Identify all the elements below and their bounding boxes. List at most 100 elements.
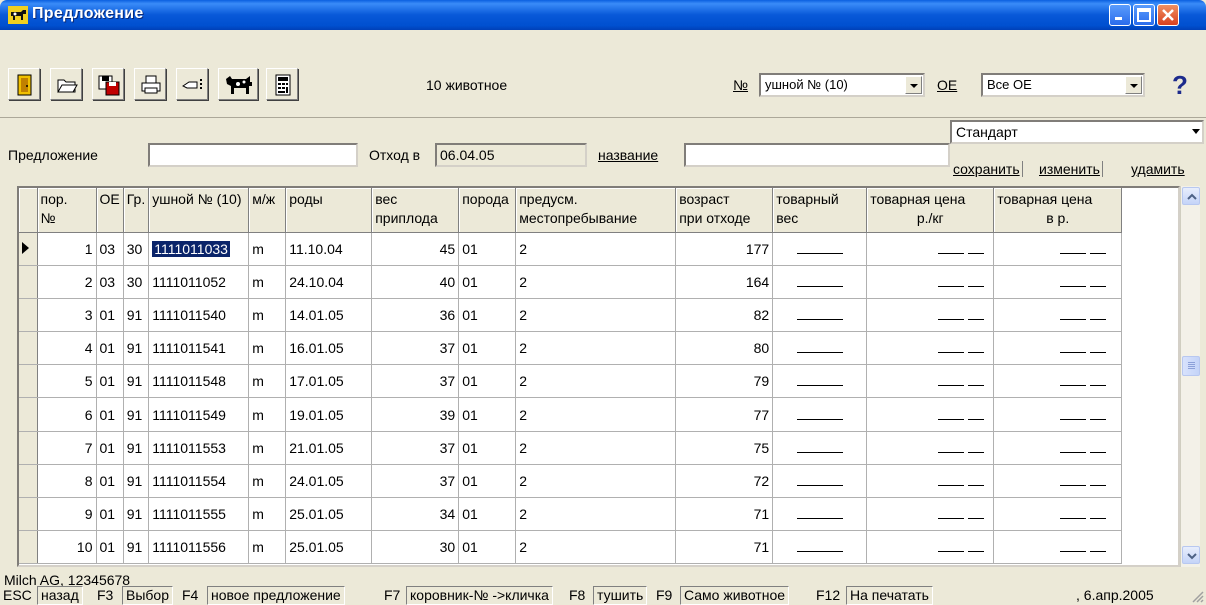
row-indicator[interactable]: [19, 364, 38, 399]
cell-oe[interactable]: 01: [96, 530, 124, 565]
cell-ear[interactable]: 1111011556: [148, 530, 250, 565]
scroll-down-button[interactable]: [1182, 546, 1200, 564]
cell-stay[interactable]: 2: [515, 331, 677, 366]
cell-sex[interactable]: m: [248, 364, 287, 399]
cell-no[interactable]: 9: [37, 497, 97, 532]
cell-stay[interactable]: 2: [515, 497, 677, 532]
close-button[interactable]: [1157, 4, 1179, 26]
ear-number-combo[interactable]: ушной № (10): [759, 73, 925, 97]
cell-sex[interactable]: m: [248, 431, 287, 465]
vertical-scrollbar[interactable]: [1180, 186, 1200, 567]
cell-ear[interactable]: 1111011549: [148, 397, 250, 432]
cell-breed[interactable]: 01: [458, 331, 517, 366]
table-row[interactable]: 7 01 91 1111011553 m 21.01.05 37 01 2 75: [19, 431, 1123, 465]
cell-price-total[interactable]: [993, 265, 1123, 299]
cell-stay[interactable]: 2: [515, 530, 677, 565]
col-header-weight[interactable]: вес приплода: [371, 188, 460, 233]
table-row[interactable]: 10 01 91 1111011556 m 25.01.05 30 01 2 71: [19, 530, 1123, 565]
cell-price-total[interactable]: [993, 464, 1123, 499]
cell-group[interactable]: 91: [123, 431, 150, 465]
cell-price-total[interactable]: [993, 331, 1123, 366]
cell-breed[interactable]: 01: [458, 530, 517, 565]
cell-no[interactable]: 2: [37, 265, 97, 299]
cell-price-per-kg[interactable]: [866, 464, 995, 499]
cell-age[interactable]: 164: [675, 265, 774, 299]
chevron-down-icon[interactable]: [1125, 76, 1142, 94]
cell-weight[interactable]: 37: [371, 364, 460, 399]
cell-sex[interactable]: m: [248, 265, 287, 299]
cell-market-weight[interactable]: [772, 331, 868, 366]
animals-table[interactable]: пор. № ОЕ Гр. ушной № (10) м/ж роды вес пр…: [17, 186, 1180, 567]
cell-sex[interactable]: m: [248, 397, 287, 432]
cell-group[interactable]: 91: [123, 530, 150, 565]
cell-age[interactable]: 77: [675, 397, 774, 432]
name-input[interactable]: [684, 143, 950, 167]
cell-sex[interactable]: m: [248, 464, 287, 499]
cell-stay[interactable]: 2: [515, 431, 677, 465]
cell-breed[interactable]: 01: [458, 397, 517, 432]
oe-combo[interactable]: Все ОЕ: [981, 73, 1145, 97]
cell-birth[interactable]: 11.10.04: [285, 232, 373, 266]
maximize-button[interactable]: [1133, 4, 1155, 26]
cell-birth[interactable]: 19.01.05: [285, 397, 373, 432]
cell-weight[interactable]: 37: [371, 331, 460, 366]
cell-age[interactable]: 75: [675, 431, 774, 465]
col-header-sex[interactable]: м/ж: [248, 188, 287, 233]
cell-price-total[interactable]: [993, 431, 1123, 465]
cell-no[interactable]: 1: [37, 232, 97, 266]
cell-no[interactable]: 7: [37, 431, 97, 465]
cell-oe[interactable]: 01: [96, 298, 124, 333]
col-header-group[interactable]: Гр.: [123, 188, 150, 233]
cell-birth[interactable]: 16.01.05: [285, 331, 373, 366]
cell-market-weight[interactable]: [772, 464, 868, 499]
cell-price-total[interactable]: [993, 497, 1123, 532]
cell-birth[interactable]: 25.01.05: [285, 497, 373, 532]
cell-birth[interactable]: 14.01.05: [285, 298, 373, 333]
cell-ear[interactable]: 1111011033: [148, 232, 250, 266]
status-print[interactable]: На печатать: [846, 586, 933, 605]
calculator-button[interactable]: [266, 68, 298, 100]
cell-no[interactable]: 10: [37, 530, 97, 565]
cell-birth[interactable]: 25.01.05: [285, 530, 373, 565]
col-header-oe[interactable]: ОЕ: [96, 188, 124, 233]
row-indicator[interactable]: [19, 331, 38, 366]
cell-age[interactable]: 82: [675, 298, 774, 333]
row-indicator[interactable]: [19, 397, 38, 432]
cell-ear[interactable]: 1111011540: [148, 298, 250, 333]
departure-date-field[interactable]: 06.04.05: [435, 143, 587, 167]
col-header-stay[interactable]: предусм. местопребывание: [515, 188, 677, 233]
col-header-price-total[interactable]: товарная цена в р.: [993, 188, 1123, 233]
cell-stay[interactable]: 2: [515, 298, 677, 333]
scroll-up-button[interactable]: [1182, 187, 1200, 205]
table-row[interactable]: 1 03 30 1111011033 m 11.10.04 45 01 2 177: [19, 232, 1123, 266]
cell-age[interactable]: 177: [675, 232, 774, 266]
status-back[interactable]: назад: [37, 586, 83, 605]
cell-ear[interactable]: 1111011052: [148, 265, 250, 299]
cell-birth[interactable]: 24.01.05: [285, 464, 373, 499]
cell-oe[interactable]: 01: [96, 397, 124, 432]
cell-ear[interactable]: 1111011555: [148, 497, 250, 532]
cell-price-per-kg[interactable]: [866, 497, 995, 532]
col-header-ear[interactable]: ушной № (10): [148, 188, 250, 233]
cell-price-per-kg[interactable]: [866, 364, 995, 399]
cell-birth[interactable]: 21.01.05: [285, 431, 373, 465]
cell-ear[interactable]: 1111011554: [148, 464, 250, 499]
cell-weight[interactable]: 40: [371, 265, 460, 299]
cell-market-weight[interactable]: [772, 298, 868, 333]
cell-weight[interactable]: 39: [371, 397, 460, 432]
save-preset-button[interactable]: сохранить: [953, 161, 1023, 177]
delete-preset-button[interactable]: удамить: [1131, 161, 1187, 177]
cell-stay[interactable]: 2: [515, 464, 677, 499]
cell-price-per-kg[interactable]: [866, 331, 995, 366]
cell-ear[interactable]: 1111011541: [148, 331, 250, 366]
row-indicator[interactable]: [19, 232, 38, 266]
offer-input[interactable]: [148, 143, 358, 167]
table-row[interactable]: 8 01 91 1111011554 m 24.01.05 37 01 2 72: [19, 464, 1123, 499]
cell-stay[interactable]: 2: [515, 265, 677, 299]
cell-breed[interactable]: 01: [458, 232, 517, 266]
cell-price-per-kg[interactable]: [866, 265, 995, 299]
cell-age[interactable]: 71: [675, 497, 774, 532]
cell-market-weight[interactable]: [772, 265, 868, 299]
row-indicator[interactable]: [19, 464, 38, 499]
cell-ear[interactable]: 1111011548: [148, 364, 250, 399]
